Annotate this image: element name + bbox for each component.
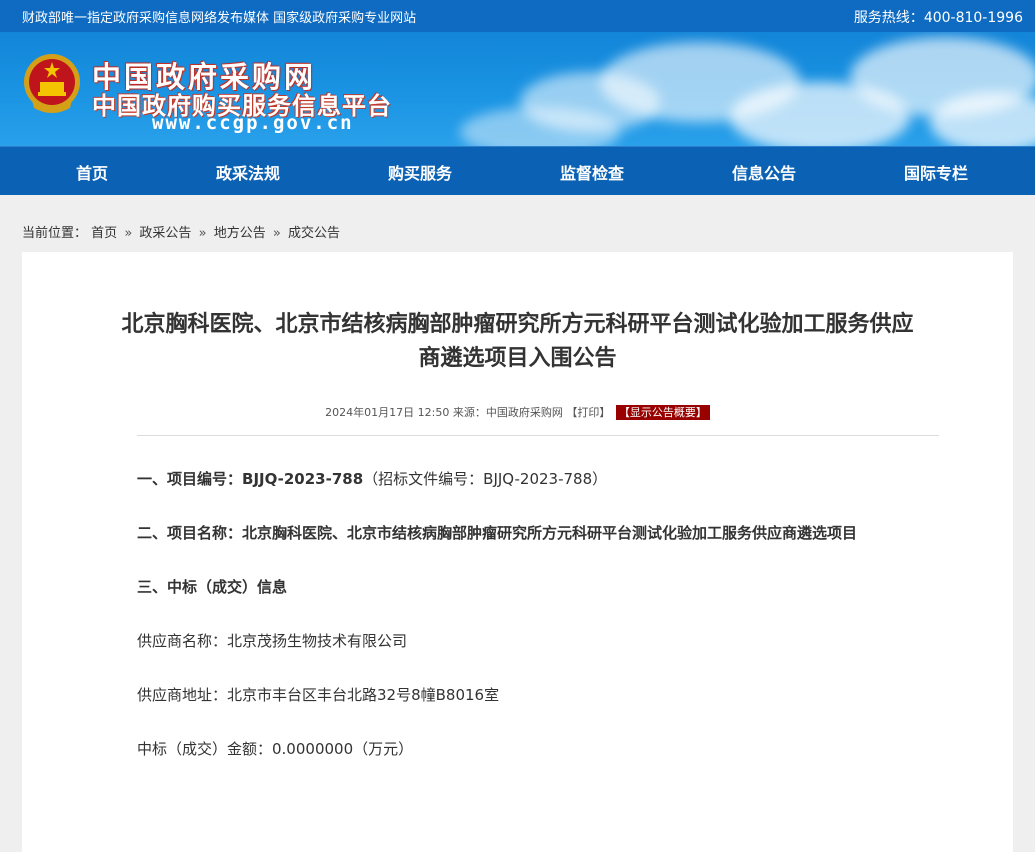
breadcrumb-label: 当前位置： bbox=[22, 226, 88, 241]
section-award-info: 三、中标（成交）信息 bbox=[137, 578, 288, 596]
project-number-value: BJJQ-2023-788 bbox=[242, 470, 364, 488]
article-title-line-2: 商遴选项目入围公告 bbox=[418, 346, 617, 371]
breadcrumb-separator: » bbox=[124, 226, 133, 241]
article-meta: 2024年01月17日 12:50 来源：中国政府采购网 【打印】 【显示公告概… bbox=[22, 404, 1013, 420]
project-name-value: 北京胸科医院、北京市结核病胸部肿瘤研究所方元科研平台测试化验加工服务供应商遴选项… bbox=[242, 524, 858, 542]
breadcrumb: 当前位置： 首页 » 政采公告 » 地方公告 » 成交公告 bbox=[22, 222, 340, 241]
breadcrumb-home[interactable]: 首页 bbox=[91, 226, 117, 241]
main-nav: 首页 政采法规 购买服务 监督检查 信息公告 国际专栏 bbox=[0, 146, 1035, 195]
site-slogan: 财政部唯一指定政府采购信息网络发布媒体 国家级政府采购专业网站 bbox=[22, 11, 417, 26]
award-amount: 中标（成交）金额：0.0000000（万元） bbox=[137, 740, 414, 758]
nav-item-purchase-services[interactable]: 购买服务 bbox=[360, 160, 480, 184]
breadcrumb-notices[interactable]: 政采公告 bbox=[139, 226, 191, 241]
article-card: 北京胸科医院、北京市结核病胸部肿瘤研究所方元科研平台测试化验加工服务供应 商遴选… bbox=[22, 252, 1013, 852]
show-summary-button[interactable]: 【显示公告概要】 bbox=[615, 405, 710, 420]
breadcrumb-separator: » bbox=[272, 226, 281, 241]
site-url: www.ccgp.gov.cn bbox=[152, 112, 354, 134]
hotline-number: 400-810-1996 bbox=[923, 10, 1023, 26]
breadcrumb-separator: » bbox=[198, 226, 207, 241]
breadcrumb-deals[interactable]: 成交公告 bbox=[288, 226, 340, 241]
nav-item-home[interactable]: 首页 bbox=[32, 160, 152, 184]
nav-item-announcements[interactable]: 信息公告 bbox=[704, 160, 824, 184]
top-bar: 财政部唯一指定政府采购信息网络发布媒体 国家级政府采购专业网站 服务热线：400… bbox=[0, 0, 1035, 32]
nav-item-international[interactable]: 国际专栏 bbox=[876, 160, 996, 184]
header-banner: 中国政府采购网 中国政府购买服务信息平台 www.ccgp.gov.cn bbox=[0, 32, 1035, 146]
print-link[interactable]: 【打印】 bbox=[566, 406, 610, 419]
section-project-number: 一、项目编号：BJJQ-2023-788（招标文件编号：BJJQ-2023-78… bbox=[137, 468, 607, 489]
section-project-name: 二、项目名称：北京胸科医院、北京市结核病胸部肿瘤研究所方元科研平台测试化验加工服… bbox=[137, 522, 857, 543]
hotline-label: 服务热线： bbox=[853, 10, 924, 26]
hotline: 服务热线：400-810-1996 bbox=[854, 7, 1023, 27]
article-source: 来源：中国政府采购网 bbox=[452, 406, 563, 419]
divider bbox=[137, 435, 939, 436]
publish-date: 2024年01月17日 12:50 bbox=[325, 406, 450, 419]
nav-item-supervision[interactable]: 监督检查 bbox=[532, 160, 652, 184]
project-name-label: 二、项目名称： bbox=[137, 524, 243, 542]
supplier-name: 供应商名称：北京茂扬生物技术有限公司 bbox=[137, 632, 408, 650]
nav-item-regulations[interactable]: 政采法规 bbox=[188, 160, 308, 184]
national-emblem-icon[interactable] bbox=[22, 52, 82, 116]
project-number-label: 一、项目编号： bbox=[137, 470, 243, 488]
supplier-address: 供应商地址：北京市丰台区丰台北路32号8幢B8016室 bbox=[137, 686, 500, 704]
article-title-line-1: 北京胸科医院、北京市结核病胸部肿瘤研究所方元科研平台测试化验加工服务供应 bbox=[121, 312, 914, 337]
article-title: 北京胸科医院、北京市结核病胸部肿瘤研究所方元科研平台测试化验加工服务供应 商遴选… bbox=[22, 308, 1013, 376]
tender-doc-number: （招标文件编号：BJJQ-2023-788） bbox=[363, 470, 608, 488]
breadcrumb-local[interactable]: 地方公告 bbox=[214, 226, 266, 241]
